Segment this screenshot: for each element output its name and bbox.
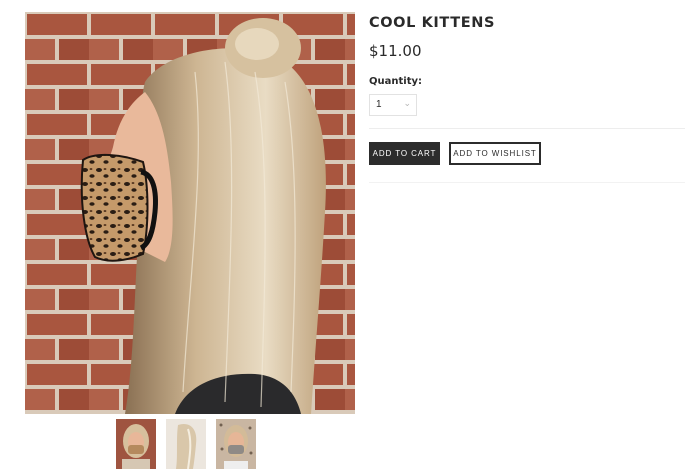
- product-price: $11.00: [369, 42, 422, 60]
- thumbnail-2[interactable]: [166, 419, 206, 469]
- quantity-value: 1: [376, 99, 382, 110]
- thumbnail-3[interactable]: [216, 419, 256, 469]
- quantity-label: Quantity:: [369, 76, 422, 87]
- divider: [369, 182, 685, 183]
- chevron-down-icon: ⌄: [403, 98, 411, 108]
- action-buttons: ADD TO CART ADD TO WISHLIST: [369, 142, 689, 165]
- thumbnail-1[interactable]: [116, 419, 156, 469]
- add-to-cart-button[interactable]: ADD TO CART: [369, 142, 440, 165]
- product-title: COOL KITTENS: [369, 15, 496, 31]
- main-product-image[interactable]: [25, 12, 355, 414]
- thumbnail-strip: [116, 419, 256, 469]
- add-to-wishlist-button[interactable]: ADD TO WISHLIST: [449, 142, 541, 165]
- quantity-select[interactable]: 1 ⌄: [369, 94, 417, 116]
- product-info: COOL KITTENS $11.00 Quantity: 1 ⌄ ADD TO…: [369, 14, 689, 183]
- divider: [369, 128, 685, 129]
